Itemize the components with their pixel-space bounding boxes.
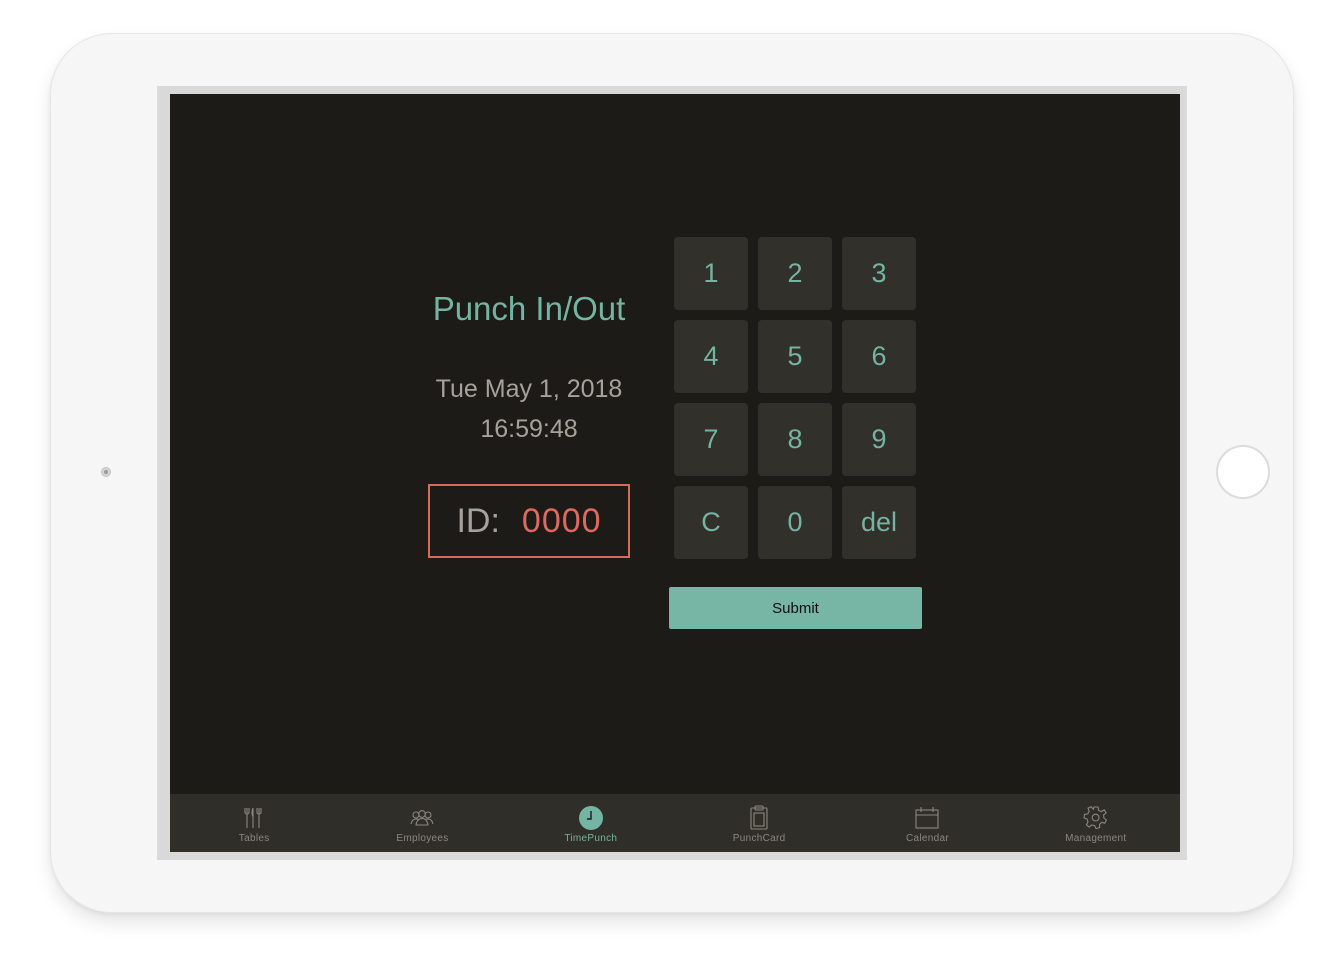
- current-time: 16:59:48: [480, 415, 578, 443]
- key-6[interactable]: 6: [842, 320, 916, 393]
- clipboard-icon: [746, 805, 772, 831]
- tab-employees[interactable]: Employees: [338, 794, 506, 852]
- keypad: 1 2 3 4 5 6 7 8 9 C 0 del: [674, 237, 916, 559]
- tab-timepunch[interactable]: TimePunch: [507, 794, 675, 852]
- tab-bar: Tables Employees TimePunch PunchCard Cal…: [170, 794, 1180, 852]
- id-field[interactable]: ID: 0000: [428, 484, 630, 558]
- gear-icon: [1083, 805, 1109, 831]
- tab-label-calendar: Calendar: [905, 833, 949, 844]
- tab-label-tables: Tables: [238, 833, 270, 844]
- key-5[interactable]: 5: [758, 320, 832, 393]
- submit-button[interactable]: Submit: [669, 587, 922, 629]
- id-label: ID:: [456, 501, 500, 540]
- clock-icon: [578, 805, 604, 831]
- key-1[interactable]: 1: [674, 237, 748, 310]
- key-clear[interactable]: C: [674, 486, 748, 559]
- tab-punchcard[interactable]: PunchCard: [675, 794, 843, 852]
- tab-label-management: Management: [1065, 833, 1127, 844]
- utensils-icon: [241, 805, 267, 831]
- tab-tables[interactable]: Tables: [170, 794, 338, 852]
- front-camera: [101, 467, 111, 477]
- tab-label-punchcard: PunchCard: [732, 833, 786, 844]
- key-delete[interactable]: del: [842, 486, 916, 559]
- tab-label-employees: Employees: [396, 833, 449, 844]
- tab-label-timepunch: TimePunch: [564, 833, 618, 844]
- home-button[interactable]: [1216, 445, 1270, 499]
- tab-management[interactable]: Management: [1012, 794, 1180, 852]
- app-screen: Punch In/Out Tue May 1, 2018 16:59:48 ID…: [170, 94, 1180, 852]
- key-0[interactable]: 0: [758, 486, 832, 559]
- people-icon: [409, 805, 435, 831]
- page-title: Punch In/Out: [432, 290, 626, 327]
- id-value: 0000: [521, 501, 602, 540]
- key-3[interactable]: 3: [842, 237, 916, 310]
- key-7[interactable]: 7: [674, 403, 748, 476]
- current-date: Tue May 1, 2018: [435, 375, 623, 403]
- calendar-icon: [914, 805, 940, 831]
- key-2[interactable]: 2: [758, 237, 832, 310]
- key-8[interactable]: 8: [758, 403, 832, 476]
- tab-calendar[interactable]: Calendar: [843, 794, 1011, 852]
- key-4[interactable]: 4: [674, 320, 748, 393]
- key-9[interactable]: 9: [842, 403, 916, 476]
